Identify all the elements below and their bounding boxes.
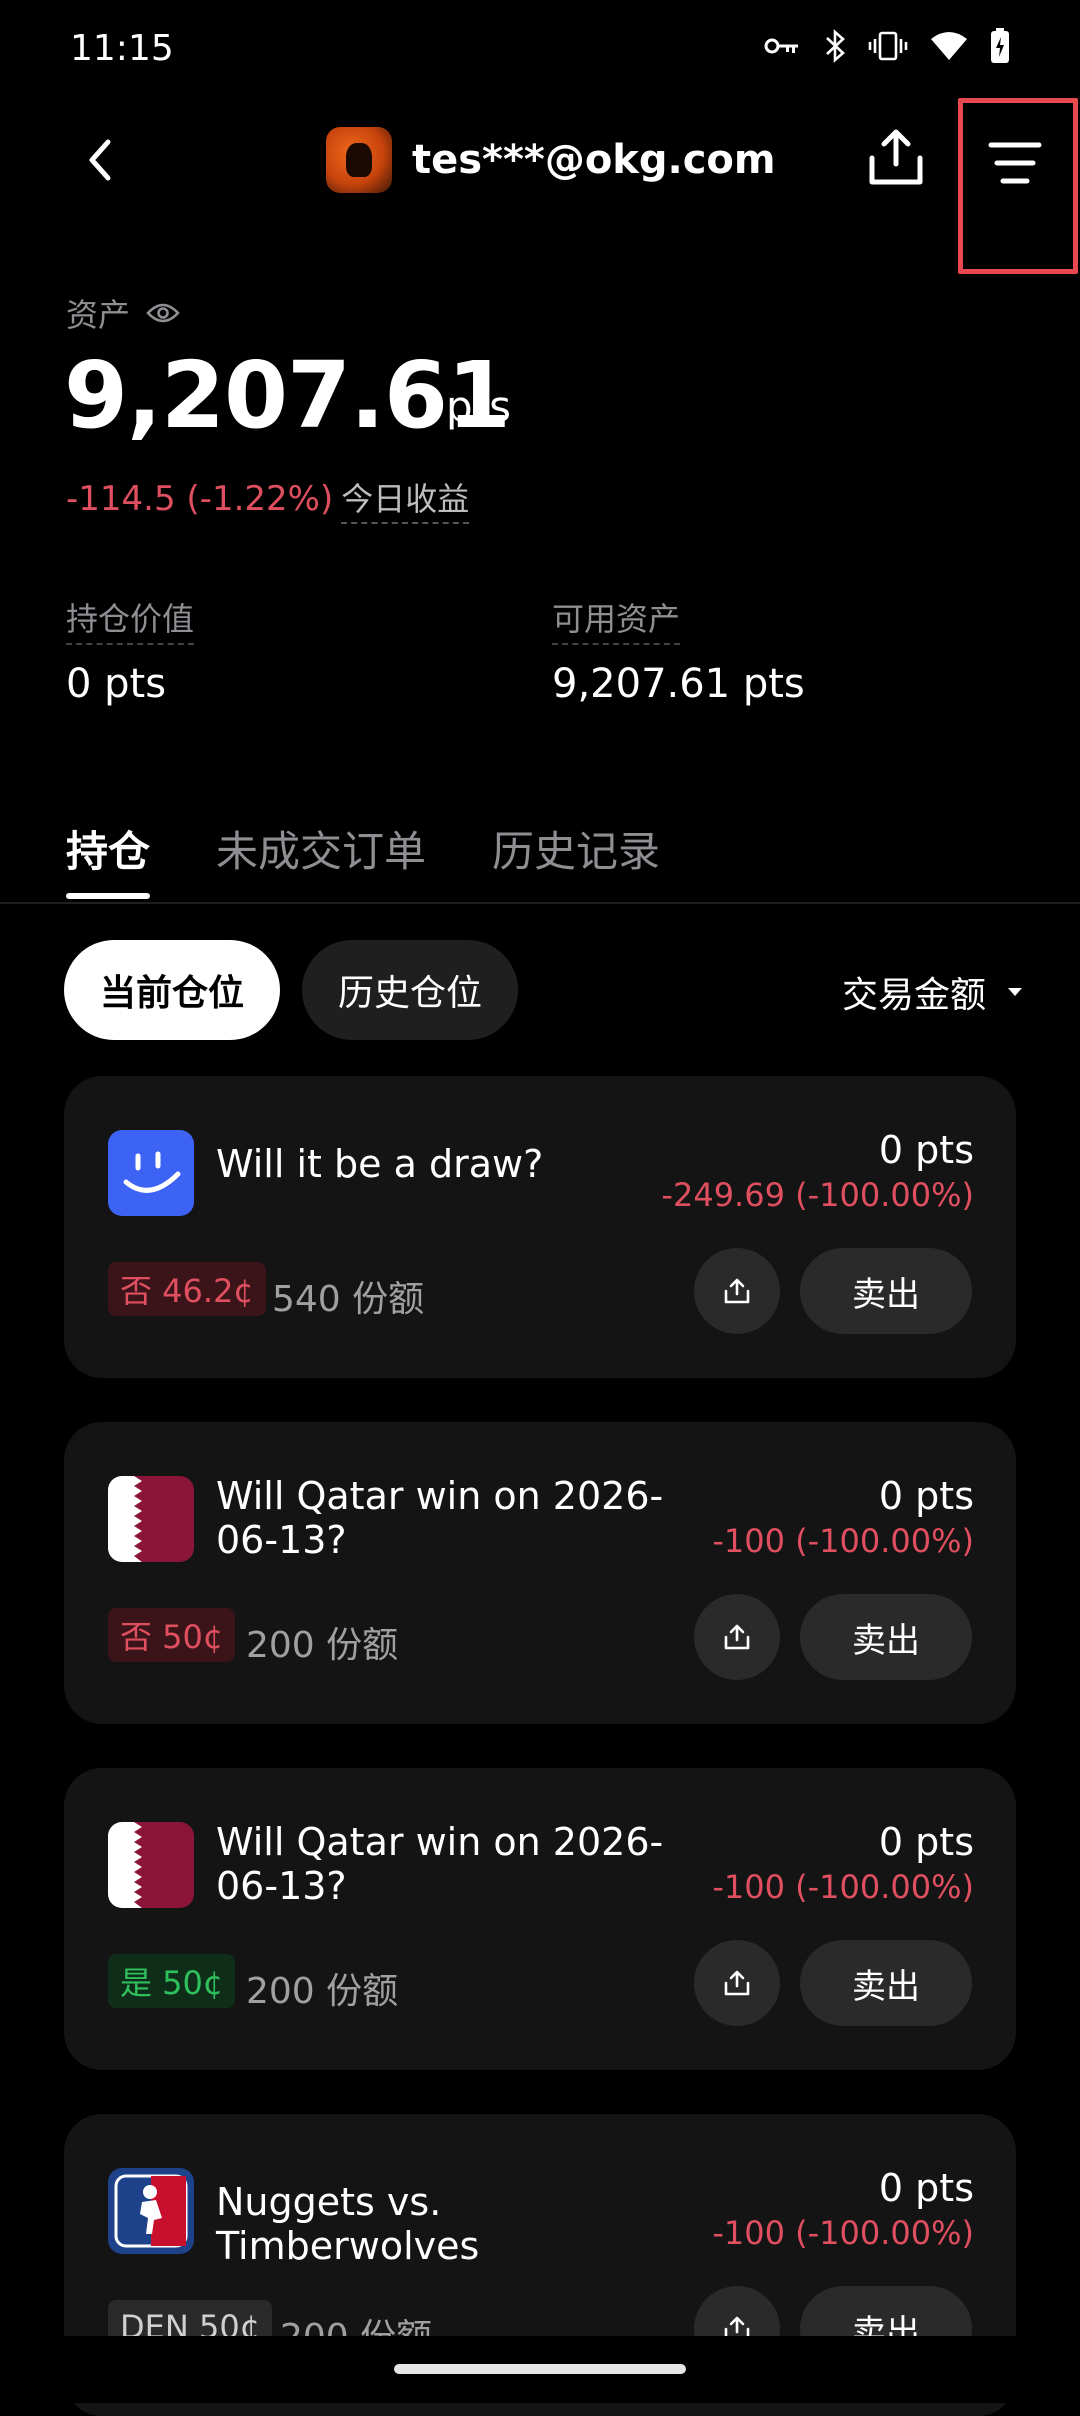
position-value: 0 pts [878, 1128, 974, 1172]
avatar [326, 127, 392, 193]
position-card[interactable]: Will it be a draw? 0 pts -249.69 (-100.0… [64, 1076, 1016, 1378]
share-position-button[interactable] [694, 1940, 780, 2026]
share-icon [724, 1970, 750, 1996]
available-assets-label[interactable]: 可用资产 [552, 594, 681, 645]
market-title: Will Qatar win on 2026-06-13? [216, 1820, 664, 1908]
position-change: -100 (-100.00%) [712, 1868, 974, 1906]
daily-pnl-value: -114.5 (-1.22%) [66, 479, 334, 519]
smiley-app-icon [108, 1130, 194, 1216]
menu-icon [988, 142, 1042, 184]
qatar-flag-icon [108, 1822, 194, 1908]
outcome-badge: 否 50¢ [108, 1608, 236, 1662]
vpn-key-icon [764, 38, 798, 54]
position-change: -100 (-100.00%) [712, 1522, 974, 1560]
sort-dropdown[interactable]: 交易金额 [842, 966, 1024, 1018]
home-indicator[interactable] [394, 2364, 686, 2374]
available-assets-value: 9,207.61 pts [552, 661, 805, 707]
assets-label: 资产 [66, 296, 131, 334]
total-assets-unit: pts [446, 382, 512, 431]
available-assets-block: 可用资产 9,207.61 pts [552, 594, 805, 707]
battery-icon [991, 28, 1009, 63]
share-position-button[interactable] [694, 1594, 780, 1680]
account-email: tes***@okg.com [412, 137, 776, 183]
position-change: -100 (-100.00%) [712, 2214, 974, 2252]
daily-pnl-label[interactable]: 今日收益 [341, 474, 470, 524]
caret-down-icon [1008, 988, 1022, 996]
sell-button[interactable]: 卖出 [800, 1594, 972, 1680]
menu-button[interactable] [958, 98, 1078, 274]
share-position-button[interactable] [694, 1248, 780, 1334]
current-positions-filter[interactable]: 当前仓位 [64, 940, 280, 1040]
account-header: tes***@okg.com [326, 122, 776, 198]
outcome-badge: 否 46.2¢ [108, 1262, 266, 1316]
shares-count: 200 份额 [246, 1625, 399, 1666]
market-title: Nuggets vs. Timberwolves [216, 2180, 480, 2268]
share-button[interactable] [862, 124, 930, 192]
chevron-left-icon [89, 139, 111, 181]
sell-button[interactable]: 卖出 [800, 1248, 972, 1334]
share-icon [869, 129, 923, 185]
vibrate-icon [868, 31, 908, 61]
qatar-flag-icon [108, 1476, 194, 1562]
position-value: 0 pts [878, 1820, 974, 1864]
shares-count: 200 份额 [246, 1971, 399, 2012]
back-button[interactable] [70, 130, 130, 190]
eye-icon[interactable] [146, 301, 180, 325]
position-value: 0 pts [66, 661, 167, 707]
position-change: -249.69 (-100.00%) [661, 1176, 974, 1214]
position-value: 0 pts [878, 1474, 974, 1518]
status-icons [764, 28, 1010, 64]
nba-logo-icon [108, 2168, 194, 2254]
position-card[interactable]: Will Qatar win on 2026-06-13? 0 pts -100… [64, 1768, 1016, 2070]
market-title: Will Qatar win on 2026-06-13? [216, 1474, 664, 1562]
sort-label: 交易金额 [841, 975, 986, 1016]
shares-count: 540 份额 [272, 1279, 425, 1320]
outcome-badge: 是 50¢ [108, 1954, 236, 2008]
position-value: 0 pts [878, 2166, 974, 2210]
tabs-divider [0, 902, 1080, 904]
sell-button[interactable]: 卖出 [800, 1940, 972, 2026]
position-value-block: 持仓价值 0 pts [66, 594, 195, 707]
market-title: Will it be a draw? [216, 1142, 544, 1186]
main-tabs: 持仓 未成交订单 历史记录 [66, 818, 660, 899]
tab-open-orders[interactable]: 未成交订单 [216, 818, 426, 899]
assets-label-row: 资产 [66, 290, 180, 336]
bluetooth-icon [826, 29, 845, 63]
share-icon [724, 1624, 750, 1650]
tab-history[interactable]: 历史记录 [492, 818, 660, 899]
status-time: 11:15 [70, 28, 174, 69]
history-positions-filter[interactable]: 历史仓位 [302, 940, 518, 1040]
daily-pnl-row: -114.5 (-1.22%) 今日收益 [66, 474, 470, 524]
share-icon [724, 1278, 750, 1304]
position-value-label[interactable]: 持仓价值 [66, 594, 195, 645]
total-assets-value: 9,207.61 [64, 342, 511, 449]
tab-positions[interactable]: 持仓 [66, 818, 151, 899]
wifi-icon [931, 32, 967, 60]
position-card[interactable]: Will Qatar win on 2026-06-13? 0 pts -100… [64, 1422, 1016, 1724]
